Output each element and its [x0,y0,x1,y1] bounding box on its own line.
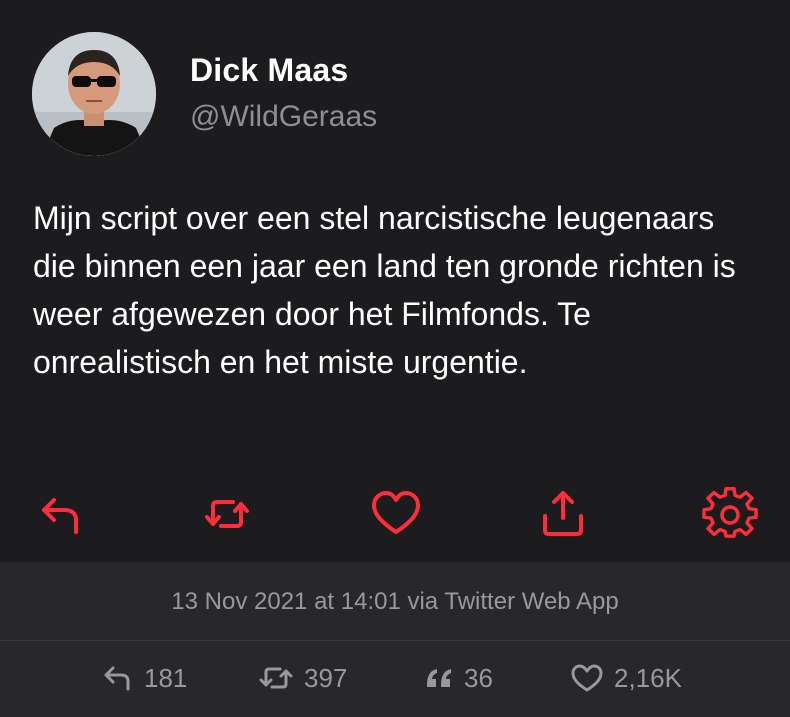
quotes-stat[interactable]: 36 [424,660,493,696]
tweet-card: Dick Maas @WildGeraas Mijn script over e… [0,0,790,562]
retweet-icon [205,500,249,528]
retweets-count: 397 [304,662,348,693]
action-bar [0,484,790,544]
author-name[interactable]: Dick Maas [190,52,348,89]
share-icon [543,491,583,536]
tweet-text: Mijn script over een stel narcistische l… [33,200,736,380]
likes-count: 2,16K [614,662,682,693]
retweets-stat[interactable]: 397 [258,660,347,696]
reply-icon [42,498,78,534]
reply-button[interactable] [28,484,88,544]
profile-photo-icon [32,32,156,156]
share-button[interactable] [533,484,593,544]
author-handle[interactable]: @WildGeraas [190,100,377,134]
quote-icon [427,669,451,687]
like-button[interactable] [366,484,426,544]
timestamp: 13 Nov 2021 at 14:01 via Twitter Web App [171,588,619,615]
quotes-count: 36 [464,662,493,693]
retweet-button[interactable] [197,484,257,544]
retweet-icon [259,667,293,689]
divider [0,640,790,641]
avatar[interactable] [32,32,156,156]
replies-count: 181 [144,662,188,693]
replies-stat[interactable]: 181 [100,660,187,696]
likes-stat[interactable]: 2,16K [570,660,682,696]
like-icon [571,664,603,692]
like-icon [372,491,420,534]
tweet-meta-panel: 13 Nov 2021 at 14:01 via Twitter Web App… [0,562,790,717]
settings-button[interactable] [700,484,760,544]
reply-icon [104,666,130,691]
settings-icon [702,487,758,538]
